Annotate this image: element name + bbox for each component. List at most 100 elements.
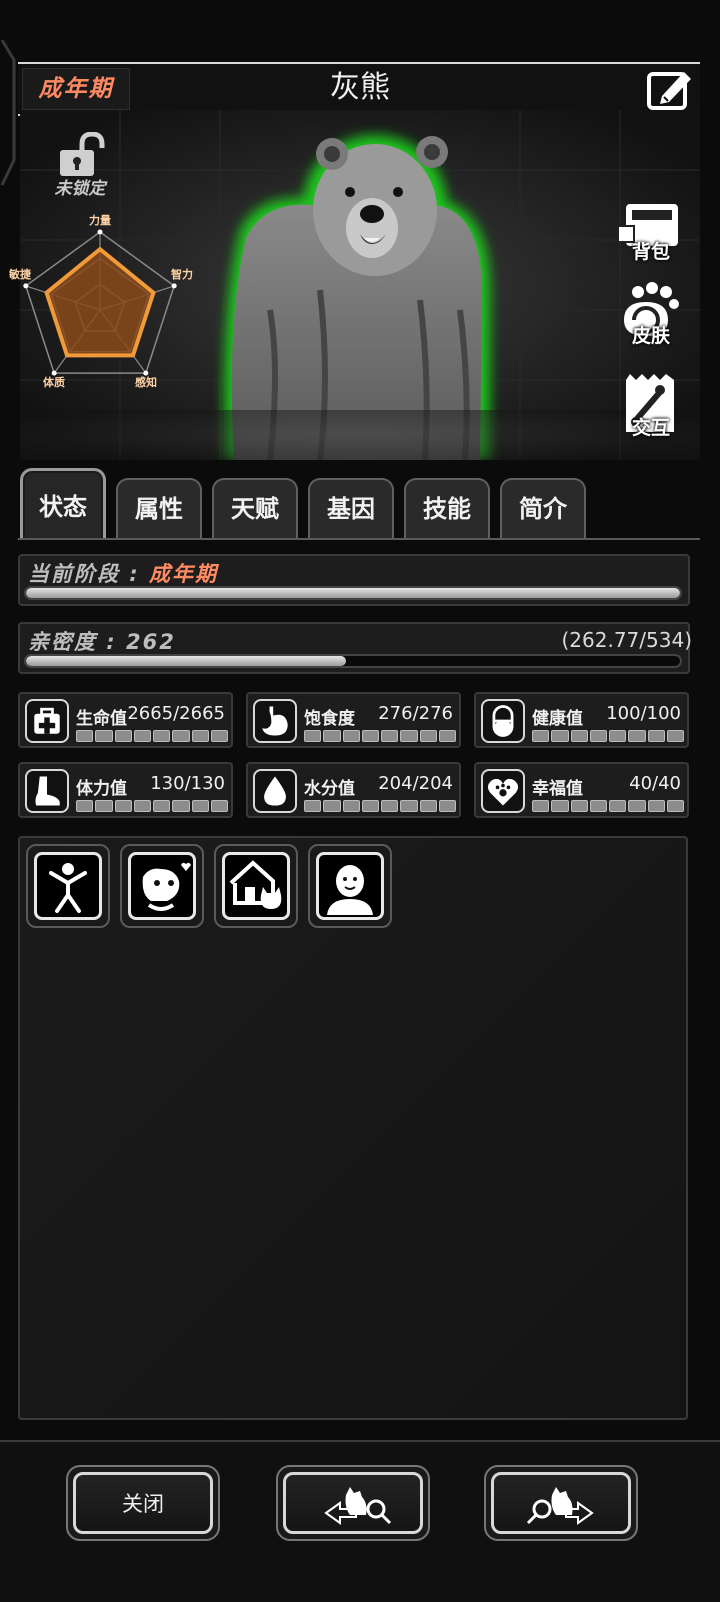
stat-segment xyxy=(361,800,379,812)
stat-segment xyxy=(381,800,399,812)
tab-intro[interactable]: 简介 xyxy=(500,478,586,538)
frame-bracket xyxy=(0,40,16,186)
stat-segments xyxy=(304,730,456,742)
stat-name: 幸福值 xyxy=(532,779,583,799)
stat-hydration: 水分值 204/204 xyxy=(246,762,461,818)
skin-label: 皮肤 xyxy=(631,325,670,347)
house-cat-icon xyxy=(229,860,282,909)
radar-label-bottom-right: 感知 xyxy=(135,375,157,389)
water-drop-icon xyxy=(253,769,297,813)
stat-segment xyxy=(438,730,456,742)
stat-satiety: 饱食度 276/276 xyxy=(246,692,461,748)
stat-segment xyxy=(342,800,360,812)
stat-segment xyxy=(666,800,684,812)
stat-segment xyxy=(133,800,151,812)
stat-segment xyxy=(570,730,588,742)
page-title: 灰熊 xyxy=(330,70,390,105)
tab-skills[interactable]: 技能 xyxy=(404,478,490,538)
radar-vertex-dot xyxy=(97,229,103,235)
stat-segment xyxy=(570,800,588,812)
stage-value: 成年期 xyxy=(149,562,219,586)
tab-divider xyxy=(18,538,700,540)
stat-segment xyxy=(400,730,418,742)
stat-segment xyxy=(304,800,322,812)
stat-segment xyxy=(76,730,94,742)
radar-vertex-dot xyxy=(171,283,177,289)
backpack-button[interactable]: 背包 xyxy=(616,196,686,268)
stat-segment xyxy=(210,730,228,742)
stat-name: 饱食度 xyxy=(304,709,355,729)
close-button[interactable]: 关闭 xyxy=(66,1465,220,1541)
stat-stamina: 体力值 130/130 xyxy=(18,762,233,818)
stretch-figure-icon xyxy=(49,863,87,913)
interact-label: 交互 xyxy=(631,417,670,439)
stat-value: 130/130 xyxy=(150,773,225,794)
person-head-icon xyxy=(327,865,373,915)
stat-value: 204/204 xyxy=(378,773,453,794)
stat-segment xyxy=(419,730,437,742)
stat-segments xyxy=(76,730,228,742)
interact-button[interactable]: 交互 xyxy=(616,372,686,444)
edit-name-icon[interactable] xyxy=(646,66,694,112)
stat-segment xyxy=(589,730,607,742)
foot-icon xyxy=(25,769,69,813)
stat-value: 276/276 xyxy=(378,703,453,724)
stat-segment xyxy=(342,730,360,742)
stage-label-text: 当前阶段 : xyxy=(28,562,150,586)
tab-talents[interactable]: 天赋 xyxy=(212,478,298,538)
status-effect-button[interactable] xyxy=(214,844,298,928)
radar-label-bottom-left: 体质 xyxy=(43,375,65,389)
stage-progress-fill xyxy=(26,588,680,598)
stat-value: 40/40 xyxy=(629,773,681,794)
affinity-numbers: (262.77/534) xyxy=(561,628,693,652)
stat-segment xyxy=(76,800,94,812)
backpack-label: 背包 xyxy=(631,241,670,263)
stat-segment xyxy=(419,800,437,812)
skin-button[interactable]: 皮肤 xyxy=(616,280,686,352)
next-animal-button[interactable] xyxy=(484,1465,638,1541)
stat-value: 2665/2665 xyxy=(127,703,225,724)
stat-segment xyxy=(191,730,209,742)
stat-segment xyxy=(381,730,399,742)
prev-animal-icon xyxy=(324,1487,392,1525)
previous-animal-button[interactable] xyxy=(276,1465,430,1541)
stat-segment xyxy=(609,800,627,812)
stage-label: 当前阶段 : 成年期 xyxy=(28,558,218,588)
stat-name: 生命值 xyxy=(76,709,127,729)
stat-health: 生命值 2665/2665 xyxy=(18,692,233,748)
stat-segments xyxy=(76,800,228,812)
radar-vertex-dot xyxy=(23,283,29,289)
affinity-progress-fill xyxy=(26,656,347,666)
stat-segment xyxy=(323,800,341,812)
tab-genes[interactable]: 基因 xyxy=(308,478,394,538)
stat-segment xyxy=(628,800,646,812)
stat-name: 健康值 xyxy=(532,709,583,729)
stat-segments xyxy=(304,800,456,812)
stat-segments xyxy=(532,800,684,812)
dog-heart-icon xyxy=(142,862,191,911)
stomach-icon xyxy=(253,699,297,743)
stat-segment xyxy=(647,800,665,812)
stat-name: 体力值 xyxy=(76,779,127,799)
stat-segment xyxy=(628,730,646,742)
radar-label-right: 智力 xyxy=(171,267,193,281)
status-effect-button[interactable] xyxy=(308,844,392,928)
tab-status[interactable]: 状态 xyxy=(20,468,106,540)
stat-value: 100/100 xyxy=(606,703,681,724)
stat-healthiness: 健康值 100/100 xyxy=(474,692,689,748)
stat-segment xyxy=(323,730,341,742)
stat-segment xyxy=(551,800,569,812)
stat-segment xyxy=(210,800,228,812)
status-effect-button[interactable] xyxy=(120,844,204,928)
status-effect-button[interactable] xyxy=(26,844,110,928)
stat-segment xyxy=(666,730,684,742)
stat-segment xyxy=(400,800,418,812)
next-animal-icon xyxy=(526,1487,594,1525)
stat-segment xyxy=(114,730,132,742)
stat-segment xyxy=(532,730,550,742)
stat-segment xyxy=(133,730,151,742)
tab-attributes[interactable]: 属性 xyxy=(116,478,202,538)
attribute-radar: 力量 智力 感知 体质 敏捷 xyxy=(8,213,193,389)
affinity-label: 亲密度 : 262 xyxy=(28,630,176,654)
stat-segment xyxy=(361,730,379,742)
